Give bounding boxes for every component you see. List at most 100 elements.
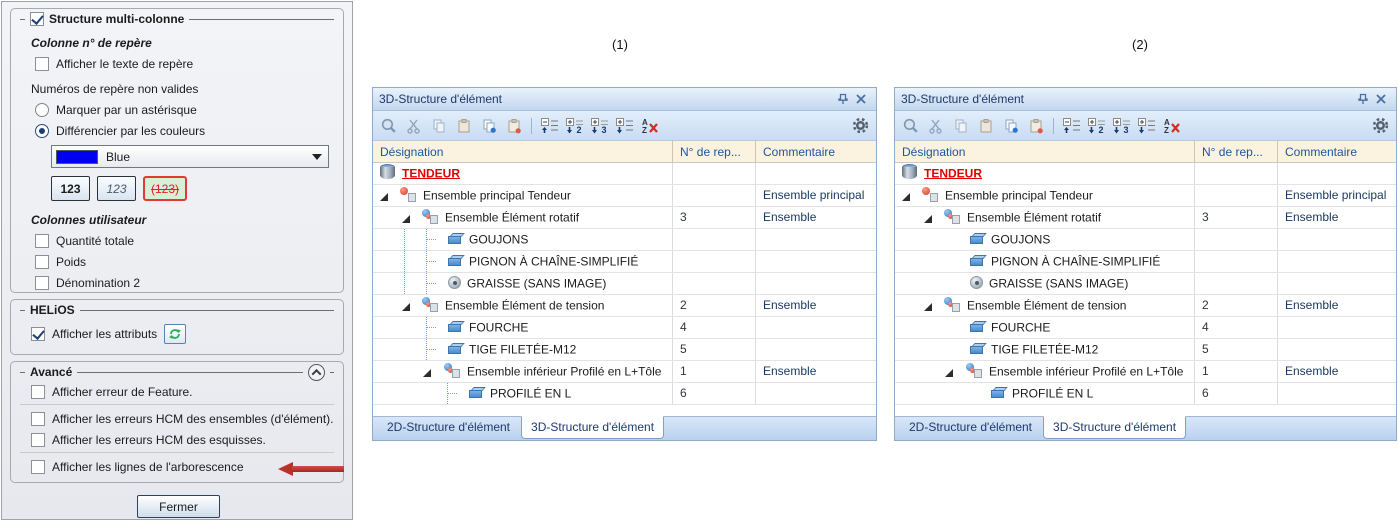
svg-text:3: 3 xyxy=(1123,125,1128,134)
expander-icon[interactable] xyxy=(380,193,388,201)
denomination2-checkbox[interactable] xyxy=(35,276,49,290)
lignes-arborescence-checkbox[interactable] xyxy=(31,460,45,474)
table-row[interactable]: Ensemble Élément de tension 2 Ensemble xyxy=(895,295,1396,317)
tab-2d-structure[interactable]: 2D-Structure d'élément xyxy=(900,417,1041,438)
close-icon[interactable] xyxy=(852,91,870,107)
copy-icon[interactable] xyxy=(429,117,448,134)
column-commentaire[interactable]: Commentaire xyxy=(1278,141,1396,162)
settings-dialog: Structure multi-colonne Colonne n° de re… xyxy=(1,1,353,520)
expander-icon[interactable] xyxy=(924,303,932,311)
table-row[interactable]: Ensemble inférieur Profilé en L+Tôle 1 En… xyxy=(373,361,876,383)
cut-icon[interactable] xyxy=(404,117,423,134)
table-row[interactable]: Ensemble Élément rotatif 3 Ensemble xyxy=(895,207,1396,229)
table-row[interactable]: GOUJONS xyxy=(373,229,876,251)
erreurs-hcm-esquisses-checkbox[interactable] xyxy=(31,433,45,447)
collapse-all-icon[interactable] xyxy=(540,117,559,134)
collapse-all-icon[interactable] xyxy=(1062,117,1081,134)
fermer-button[interactable]: Fermer xyxy=(137,495,220,518)
divider xyxy=(20,452,334,453)
search-icon[interactable] xyxy=(379,117,398,134)
table-row[interactable]: GOUJONS xyxy=(895,229,1396,251)
expand-level-3-icon[interactable]: 3 xyxy=(1112,117,1131,134)
structure-multicolonne-checkbox[interactable] xyxy=(30,12,44,26)
assembly-icon xyxy=(443,362,461,378)
sample-normal-button[interactable]: 123 xyxy=(51,176,90,201)
expand-level-3-icon[interactable]: 3 xyxy=(590,117,609,134)
sample-italic-button[interactable]: 123 xyxy=(97,176,136,201)
erreurs-hcm-ensembles-checkbox[interactable] xyxy=(31,412,45,426)
toolbar-separator xyxy=(531,117,532,134)
afficher-attributs-checkbox[interactable] xyxy=(31,327,45,341)
table-header: Désignation N° de rep... Commentaire xyxy=(373,141,876,163)
table-row[interactable]: Ensemble inférieur Profilé en L+Tôle 1 En… xyxy=(895,361,1396,383)
table-row[interactable]: TIGE FILETÉE-M12 5 xyxy=(373,339,876,361)
column-designation[interactable]: Désignation xyxy=(373,141,673,162)
table-row[interactable]: FOURCHE 4 xyxy=(895,317,1396,339)
column-repere[interactable]: N° de rep... xyxy=(673,141,756,162)
assembly-icon xyxy=(943,296,961,312)
table-row[interactable]: Ensemble Élément rotatif 3 Ensemble xyxy=(373,207,876,229)
expander-icon[interactable] xyxy=(402,303,410,311)
table-row[interactable]: Ensemble Élément de tension 2 Ensemble xyxy=(373,295,876,317)
expander-icon[interactable] xyxy=(423,369,431,377)
group-rule xyxy=(189,18,334,20)
assembly-icon xyxy=(421,296,439,312)
expand-level-2-icon[interactable]: 2 xyxy=(565,117,584,134)
search-icon[interactable] xyxy=(901,117,920,134)
expander-icon[interactable] xyxy=(402,215,410,223)
expand-all-icon[interactable] xyxy=(1137,117,1156,134)
table-row[interactable]: GRAISSE (SANS IMAGE) xyxy=(373,273,876,295)
table-row[interactable]: FOURCHE 4 xyxy=(373,317,876,339)
column-designation[interactable]: Désignation xyxy=(895,141,1195,162)
settings-gear-icon[interactable] xyxy=(851,117,870,134)
tab-3d-structure[interactable]: 3D-Structure d'élément xyxy=(521,416,665,439)
structure-tree: TENDEUR Ensemble principal Tendeur Ensem… xyxy=(895,163,1396,416)
cut-icon[interactable] xyxy=(926,117,945,134)
table-row[interactable]: Ensemble principal Tendeur Ensemble prin… xyxy=(373,185,876,207)
sample-invalid-button[interactable]: (123) xyxy=(143,176,188,201)
paste-icon[interactable] xyxy=(976,117,995,134)
remove-sort-icon[interactable]: AZ xyxy=(640,117,659,134)
expand-level-2-icon[interactable]: 2 xyxy=(1087,117,1106,134)
erreur-feature-checkbox[interactable] xyxy=(31,385,45,399)
part-icon xyxy=(970,342,987,355)
table-row[interactable]: PROFILÉ EN L 6 xyxy=(895,383,1396,405)
table-row[interactable]: TENDEUR xyxy=(373,163,876,185)
table-row[interactable]: Ensemble principal Tendeur Ensemble prin… xyxy=(895,185,1396,207)
table-row[interactable]: PIGNON À CHAÎNE-SIMPLIFIÉ xyxy=(373,251,876,273)
paste-special-icon[interactable] xyxy=(504,117,523,134)
settings-gear-icon[interactable] xyxy=(1371,117,1390,134)
table-row[interactable]: PROFILÉ EN L 6 xyxy=(373,383,876,405)
table-row[interactable]: PIGNON À CHAÎNE-SIMPLIFIÉ xyxy=(895,251,1396,273)
collapse-group-button[interactable] xyxy=(308,363,325,381)
expand-all-icon[interactable] xyxy=(615,117,634,134)
table-row[interactable]: GRAISSE (SANS IMAGE) xyxy=(895,273,1396,295)
column-commentaire[interactable]: Commentaire xyxy=(756,141,876,162)
copy-icon[interactable] xyxy=(951,117,970,134)
expander-icon[interactable] xyxy=(924,215,932,223)
table-row[interactable]: TENDEUR xyxy=(895,163,1396,185)
quantite-totale-checkbox[interactable] xyxy=(35,234,49,248)
expander-icon[interactable] xyxy=(902,193,910,201)
color-dropdown[interactable]: Blue xyxy=(51,145,329,168)
copy-special-icon[interactable] xyxy=(1001,117,1020,134)
expander-icon[interactable] xyxy=(945,369,953,377)
pin-icon[interactable] xyxy=(1354,91,1372,107)
refresh-attributes-button[interactable] xyxy=(164,324,187,344)
tab-3d-structure[interactable]: 3D-Structure d'élément xyxy=(1043,416,1187,439)
close-icon[interactable] xyxy=(1372,91,1390,107)
pin-icon[interactable] xyxy=(834,91,852,107)
column-repere[interactable]: N° de rep... xyxy=(1195,141,1278,162)
paste-icon[interactable] xyxy=(454,117,473,134)
differencier-couleurs-radio[interactable] xyxy=(35,124,49,138)
table-row[interactable]: TIGE FILETÉE-M12 5 xyxy=(895,339,1396,361)
afficher-texte-repere-checkbox[interactable] xyxy=(35,57,49,71)
marquer-asterisque-radio[interactable] xyxy=(35,103,49,117)
paste-special-icon[interactable] xyxy=(1026,117,1045,134)
tab-2d-structure[interactable]: 2D-Structure d'élément xyxy=(378,417,519,438)
poids-checkbox[interactable] xyxy=(35,255,49,269)
panel-title: 3D-Structure d'élément xyxy=(901,92,1025,106)
svg-text:Z: Z xyxy=(642,126,647,134)
copy-special-icon[interactable] xyxy=(479,117,498,134)
remove-sort-icon[interactable]: AZ xyxy=(1162,117,1181,134)
